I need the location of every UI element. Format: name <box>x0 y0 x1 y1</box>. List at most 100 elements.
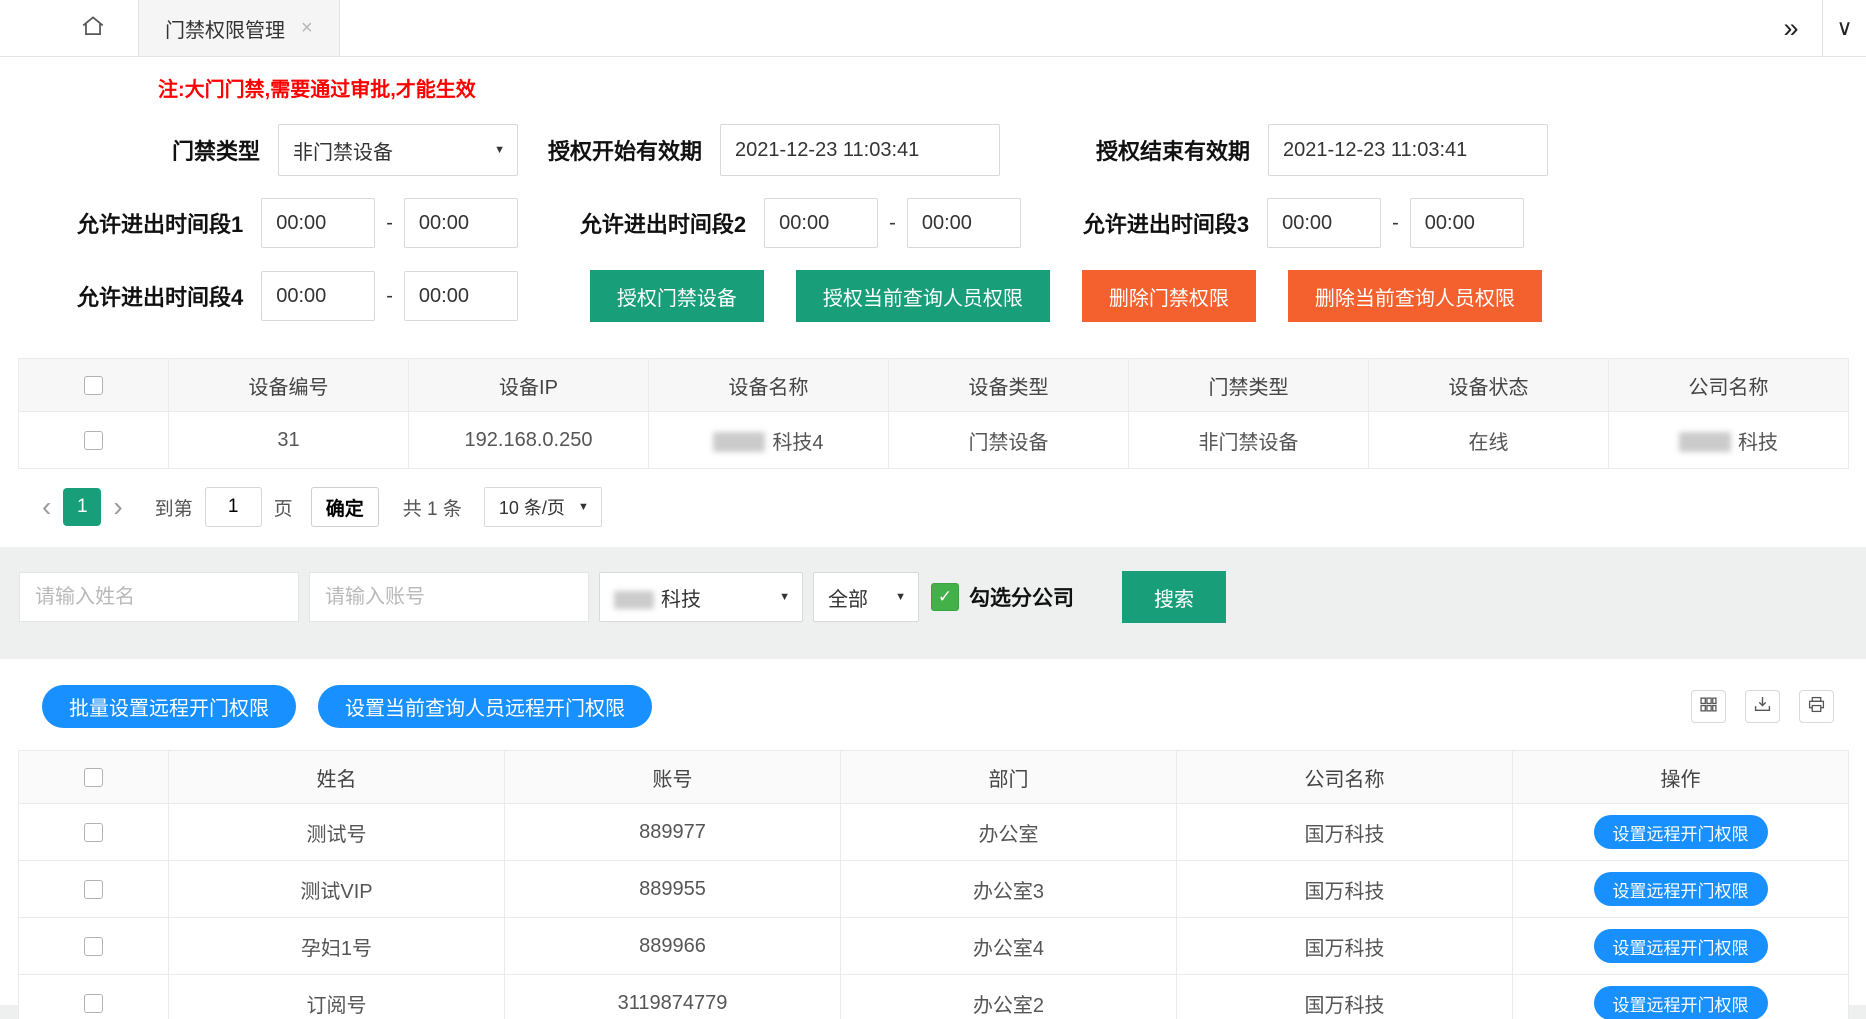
device-header-id: 设备编号 <box>169 359 409 412</box>
export-button[interactable] <box>1745 690 1780 723</box>
branch-company-checkbox[interactable]: ✓ <box>931 583 959 611</box>
collapse-panel-button[interactable]: ∨ <box>1822 0 1866 56</box>
person-company-cell: 国万科技 <box>1177 918 1513 975</box>
person-account-cell: 889955 <box>505 861 841 918</box>
authorize-device-button[interactable]: 授权门禁设备 <box>590 270 764 322</box>
batch-remote-open-button[interactable]: 批量设置远程开门权限 <box>42 685 296 728</box>
people-header-dept: 部门 <box>841 751 1177 804</box>
period-3-label: 允许进出时间段3 <box>1083 207 1249 239</box>
delete-permission-button[interactable]: 删除门禁权限 <box>1082 270 1256 322</box>
device-header-status: 设备状态 <box>1369 359 1609 412</box>
home-button[interactable] <box>48 0 138 56</box>
people-table-row: 孕妇1号 889966 办公室4 国万科技 设置远程开门权限 <box>19 918 1849 975</box>
company-select[interactable]: 科技 ▼ <box>599 572 803 622</box>
export-icon <box>1754 696 1771 718</box>
current-query-remote-open-button[interactable]: 设置当前查询人员远程开门权限 <box>318 685 652 728</box>
device-header-ip: 设备IP <box>409 359 649 412</box>
people-table: 姓名 账号 部门 公司名称 操作 测试号 889977 办公室 国万科技 设置远… <box>18 750 1849 1019</box>
person-dept-cell: 办公室3 <box>841 861 1177 918</box>
set-remote-open-button[interactable]: 设置远程开门权限 <box>1594 815 1768 849</box>
range-separator: - <box>386 212 393 235</box>
person-name-cell: 孕妇1号 <box>169 918 505 975</box>
period-4-start-input[interactable] <box>261 271 375 321</box>
set-remote-open-button[interactable]: 设置远程开门权限 <box>1594 872 1768 906</box>
period-3-start-input[interactable] <box>1267 198 1381 248</box>
set-remote-open-button[interactable]: 设置远程开门权限 <box>1594 986 1768 1019</box>
chevron-down-icon: ▼ <box>895 591 906 603</box>
device-header-company: 公司名称 <box>1609 359 1849 412</box>
device-status-cell: 在线 <box>1369 412 1609 469</box>
scope-select[interactable]: 全部 ▼ <box>813 572 919 622</box>
authorize-person-button[interactable]: 授权当前查询人员权限 <box>796 270 1050 322</box>
range-separator: - <box>386 285 393 308</box>
pagination-page-1-button[interactable]: 1 <box>63 488 101 526</box>
account-search-input[interactable] <box>309 572 589 622</box>
time-period-1: 允许进出时间段1 - <box>77 198 518 248</box>
device-door-type-cell: 非门禁设备 <box>1129 412 1369 469</box>
person-account-cell: 3119874779 <box>505 975 841 1019</box>
name-search-input[interactable] <box>19 572 299 622</box>
auth-start-input[interactable] <box>720 124 1000 176</box>
approval-note: 注:大门门禁,需要通过审批,才能生效 <box>158 73 1866 102</box>
person-row-checkbox[interactable] <box>84 880 103 899</box>
table-tools <box>1691 690 1834 723</box>
print-button[interactable] <box>1799 690 1834 723</box>
goto-page-input[interactable] <box>205 487 262 527</box>
people-table-header: 姓名 账号 部门 公司名称 操作 <box>19 751 1849 804</box>
device-row-checkbox[interactable] <box>84 431 103 450</box>
device-header-checkbox-cell <box>19 359 169 412</box>
total-count-label: 共 1 条 <box>403 494 462 521</box>
device-header-type: 设备类型 <box>889 359 1129 412</box>
period-1-start-input[interactable] <box>261 198 375 248</box>
person-dept-cell: 办公室 <box>841 804 1177 861</box>
select-all-people-checkbox[interactable] <box>84 768 103 787</box>
auth-end-input[interactable] <box>1268 124 1548 176</box>
time-period-2: 允许进出时间段2 - <box>580 198 1021 248</box>
device-id-cell: 31 <box>169 412 409 469</box>
device-pagination: ‹ 1 › 到第 页 确定 共 1 条 10 条/页 ▼ <box>0 469 1866 531</box>
person-row-checkbox[interactable] <box>84 937 103 956</box>
redacted-text <box>1679 432 1731 452</box>
form-row-3: 允许进出时间段4 - 授权门禁设备 授权当前查询人员权限 删除门禁权限 删除当前… <box>77 270 1866 322</box>
period-2-end-input[interactable] <box>907 198 1021 248</box>
tab-access-permission-management[interactable]: 门禁权限管理 × <box>138 0 340 56</box>
select-all-devices-checkbox[interactable] <box>84 376 103 395</box>
person-company-cell: 国万科技 <box>1177 804 1513 861</box>
period-4-end-input[interactable] <box>404 271 518 321</box>
form-row-2: 允许进出时间段1 - 允许进出时间段2 - 允许进出时间段3 - <box>77 198 1866 248</box>
pagination-next-button[interactable]: › <box>113 493 122 521</box>
person-dept-cell: 办公室4 <box>841 918 1177 975</box>
page-size-select[interactable]: 10 条/页 ▼ <box>484 487 602 527</box>
person-search-bar: 科技 ▼ 全部 ▼ ✓ 勾选分公司 搜索 <box>19 571 1866 623</box>
branch-company-label: 勾选分公司 <box>969 582 1074 612</box>
period-2-start-input[interactable] <box>764 198 878 248</box>
chevron-down-icon: ▼ <box>779 591 790 603</box>
delete-person-permission-button[interactable]: 删除当前查询人员权限 <box>1288 270 1542 322</box>
chevron-down-icon: ▼ <box>494 144 505 156</box>
expand-tabs-button[interactable]: » <box>1760 0 1822 56</box>
period-3-end-input[interactable] <box>1410 198 1524 248</box>
device-table: 设备编号 设备IP 设备名称 设备类型 门禁类型 设备状态 公司名称 31 19… <box>18 358 1849 469</box>
close-icon[interactable]: × <box>301 17 313 40</box>
person-company-cell: 国万科技 <box>1177 975 1513 1019</box>
people-header-checkbox-cell <box>19 751 169 804</box>
people-toolbar: 批量设置远程开门权限 设置当前查询人员远程开门权限 <box>42 685 1834 728</box>
door-type-select[interactable]: 非门禁设备 ▼ <box>278 124 518 176</box>
column-settings-button[interactable] <box>1691 690 1726 723</box>
grid-icon <box>1700 696 1717 718</box>
set-remote-open-button[interactable]: 设置远程开门权限 <box>1594 929 1768 963</box>
pagination-prev-button[interactable]: ‹ <box>42 493 51 521</box>
person-name-cell: 测试VIP <box>169 861 505 918</box>
device-type-cell: 门禁设备 <box>889 412 1129 469</box>
period-1-end-input[interactable] <box>404 198 518 248</box>
device-header-door-type: 门禁类型 <box>1129 359 1369 412</box>
person-row-checkbox[interactable] <box>84 994 103 1013</box>
search-button[interactable]: 搜索 <box>1122 571 1226 623</box>
person-account-cell: 889966 <box>505 918 841 975</box>
person-row-checkbox[interactable] <box>84 823 103 842</box>
range-separator: - <box>889 212 896 235</box>
goto-confirm-button[interactable]: 确定 <box>311 487 379 527</box>
people-header-account: 账号 <box>505 751 841 804</box>
printer-icon <box>1808 696 1825 718</box>
device-name-cell: 科技4 <box>649 412 889 469</box>
